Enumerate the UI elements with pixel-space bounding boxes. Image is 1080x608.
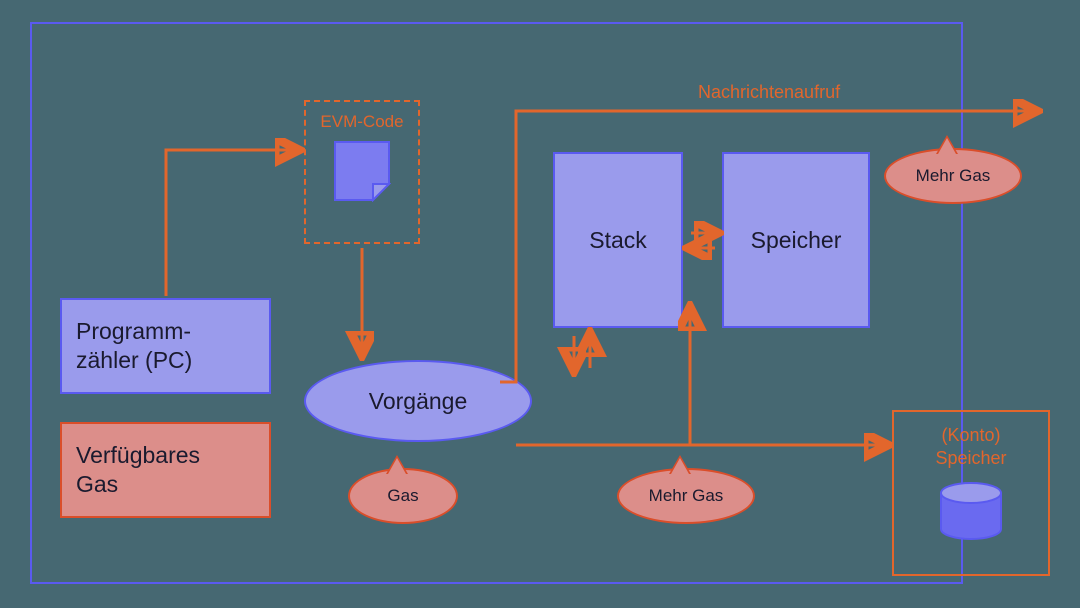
box-programm-zaehler-label: Programm- zähler (PC): [76, 317, 192, 375]
box-verfuegbares-gas: Verfügbares Gas: [60, 422, 271, 518]
evm-code-label: EVM-Code: [306, 112, 418, 132]
box-verfuegbares-gas-label: Verfügbares Gas: [76, 441, 200, 499]
ellipse-vorgaenge: Vorgänge: [304, 360, 532, 442]
bubble-mehr-gas-bottom: Mehr Gas: [617, 468, 755, 524]
konto-line2: Speicher: [894, 447, 1048, 470]
bubble-gas: Gas: [348, 468, 458, 524]
bubble-gas-label: Gas: [387, 486, 418, 506]
box-stack-label: Stack: [589, 227, 647, 254]
document-icon: [333, 140, 391, 202]
box-speicher: Speicher: [722, 152, 870, 328]
database-icon: [939, 481, 1003, 537]
ellipse-vorgaenge-label: Vorgänge: [369, 388, 467, 415]
konto-line1: (Konto): [894, 424, 1048, 447]
bubble-mehr-gas-top: Mehr Gas: [884, 148, 1022, 204]
box-programm-zaehler: Programm- zähler (PC): [60, 298, 271, 394]
box-konto-speicher: (Konto) Speicher: [892, 410, 1050, 576]
label-nachrichtenaufruf: Nachrichtenaufruf: [698, 82, 840, 103]
bubble-mehr-gas-top-label: Mehr Gas: [916, 166, 991, 186]
box-stack: Stack: [553, 152, 683, 328]
bubble-mehr-gas-bottom-label: Mehr Gas: [649, 486, 724, 506]
box-evm-code: EVM-Code: [304, 100, 420, 244]
box-speicher-label: Speicher: [751, 227, 842, 254]
